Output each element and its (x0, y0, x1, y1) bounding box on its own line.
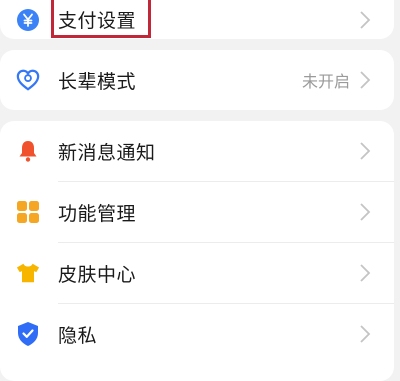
new-message-notification-label: 新消息通知 (58, 141, 156, 164)
elder-mode-status: 未开启 (301, 72, 350, 91)
chevron-right-icon (360, 325, 371, 343)
privacy-row[interactable]: 隐私 (0, 304, 394, 364)
settings-list-card: 新消息通知 功能管理 皮肤中心 隐私 (0, 121, 394, 381)
highlight-box (51, 0, 151, 38)
feature-management-label: 功能管理 (58, 202, 137, 225)
new-message-notification-row[interactable]: 新消息通知 (0, 121, 394, 181)
elder-mode-row[interactable]: 长辈模式 未开启 (0, 50, 394, 110)
tshirt-icon (16, 261, 40, 285)
elder-mode-label: 长辈模式 (58, 70, 137, 93)
chevron-right-icon (360, 264, 371, 282)
chevron-right-icon (360, 71, 371, 89)
privacy-label: 隐私 (58, 324, 98, 347)
skin-center-row[interactable]: 皮肤中心 (0, 243, 394, 303)
chevron-right-icon (360, 10, 371, 29)
heart-care-icon (16, 68, 40, 92)
chevron-right-icon (360, 142, 371, 160)
skin-center-label: 皮肤中心 (58, 263, 137, 286)
elder-mode-card: 长辈模式 未开启 (0, 50, 394, 110)
yen-icon (16, 8, 40, 32)
grid-icon (16, 200, 40, 224)
feature-management-row[interactable]: 功能管理 (0, 182, 394, 242)
bell-icon (16, 139, 40, 163)
shield-icon (16, 322, 40, 346)
payment-settings-card: 支付设置 (0, 0, 394, 39)
chevron-right-icon (360, 203, 371, 221)
